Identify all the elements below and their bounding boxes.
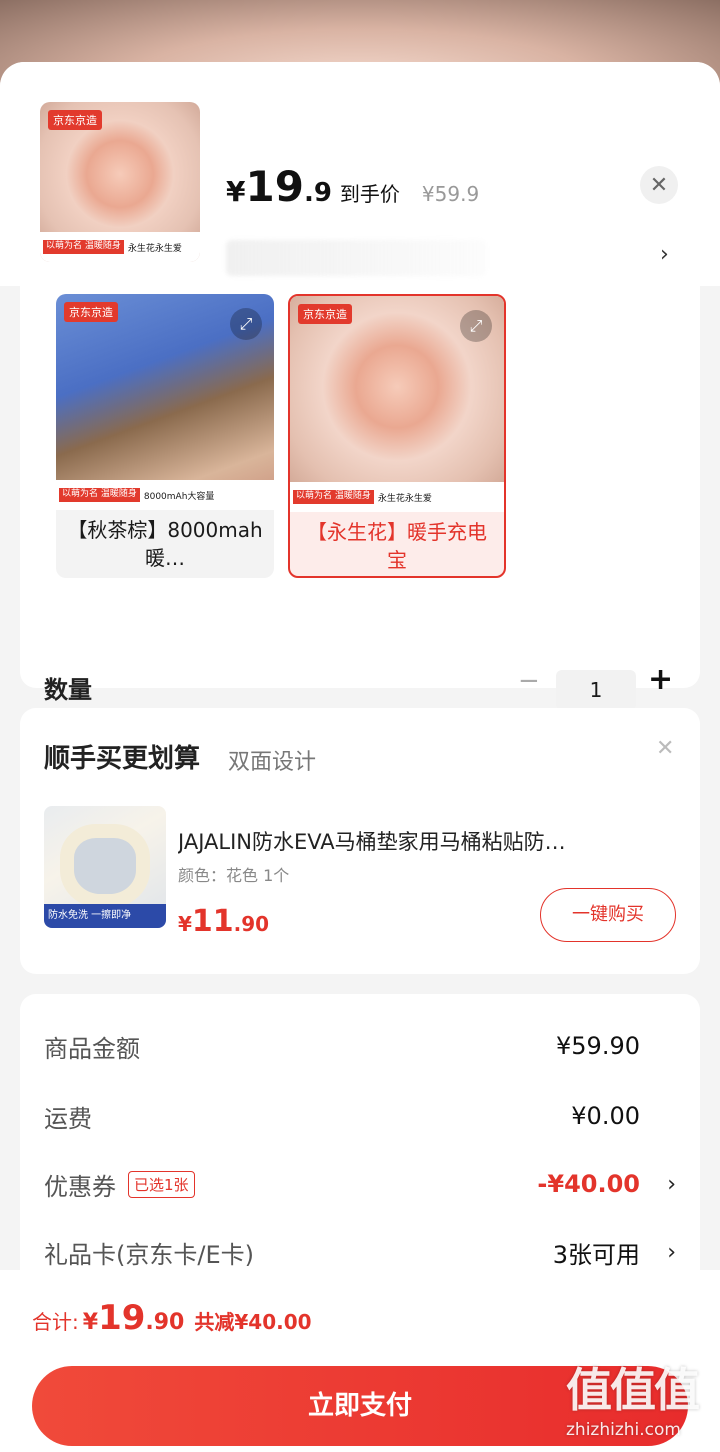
option-band: 以萌为名 温暖随身 永生花永生爱	[290, 482, 504, 512]
option-name: 【秋茶棕】8000mah暖…	[67, 518, 263, 570]
price-row: ¥ 19 .9 到手价 ¥59.9	[226, 162, 479, 211]
expand-icon[interactable]: ⤢	[460, 310, 492, 342]
upsell-price-integer: 11	[191, 904, 234, 939]
chevron-right-icon[interactable]: ›	[660, 242, 669, 267]
option-tag: 以萌为名 温暖随身	[59, 488, 140, 502]
giftcard-row[interactable]: 礼品卡(京东卡/E卡) 3张可用 ›	[44, 1232, 676, 1272]
product-thumbnail[interactable]: 京东京造 以萌为名 温暖随身 永生花永生爱	[40, 102, 200, 262]
upsell-price-symbol: ¥	[178, 912, 192, 936]
upsell-product-name[interactable]: JAJALIN防水EVA马桶垫家用马桶粘贴防…	[178, 826, 678, 856]
coupon-value: -¥40.00	[537, 1170, 640, 1198]
total-label: 合计:	[32, 1310, 79, 1334]
brand-tag: 京东京造	[298, 304, 352, 324]
price-symbol: ¥	[226, 175, 246, 208]
option-card-selected[interactable]: 京东京造 ⤢ 以萌为名 温暖随身 永生花永生爱 【永生花】暖手充电宝	[288, 294, 506, 578]
price-label: 到手价	[339, 182, 400, 206]
upsell-subtitle: 双面设计	[228, 750, 317, 775]
upsell-close-icon[interactable]: ✕	[656, 736, 674, 761]
shipping-value: ¥0.00	[571, 1102, 640, 1130]
upsell-section: 顺手买更划算 双面设计 ✕ 防水免洗 一擦即净 JAJALIN防水EVA马桶垫家…	[20, 708, 700, 974]
brand-tag: 京东京造	[64, 302, 118, 322]
chevron-right-icon: ›	[667, 1239, 676, 1265]
quantity-label: 数量	[44, 676, 92, 704]
upsell-product-image[interactable]: 防水免洗 一擦即净	[44, 806, 166, 928]
option-card[interactable]: 京东京造 ⤢ 以萌为名 温暖随身 8000mAh大容量 【秋茶棕】8000mah…	[56, 294, 274, 578]
goods-amount-row: 商品金额 ¥59.90	[44, 1026, 676, 1066]
chevron-right-icon: ›	[667, 1171, 676, 1197]
option-band-text: 8000mAh大容量	[143, 491, 215, 502]
giftcard-label: 礼品卡(京东卡/E卡)	[44, 1240, 254, 1269]
total-symbol: ¥	[82, 1310, 99, 1335]
option-band-text: 永生花永生爱	[377, 493, 432, 504]
option-name: 【永生花】暖手充电宝	[307, 520, 487, 572]
price-decimal: .9	[303, 178, 332, 208]
total-row: 合计: ¥ 19 .90 共减¥40.00	[32, 1298, 312, 1338]
shipping-label: 运费	[44, 1104, 92, 1133]
close-button[interactable]: ✕	[640, 166, 678, 204]
shipping-row: 运费 ¥0.00	[44, 1096, 676, 1136]
giftcard-value: 3张可用	[552, 1240, 640, 1269]
goods-amount-value: ¥59.90	[556, 1032, 640, 1060]
expand-icon[interactable]: ⤢	[230, 308, 262, 340]
coupon-row[interactable]: 优惠券 已选1张 -¥40.00 ›	[44, 1164, 676, 1204]
thumbnail-band: 以萌为名 温暖随身 永生花永生爱	[40, 232, 200, 262]
purchase-sheet: 京东京造 以萌为名 温暖随身 永生花永生爱 ¥ 19 .9 到手价 ¥59.9 …	[0, 62, 720, 1452]
coupon-badge: 已选1张	[128, 1170, 195, 1198]
option-band: 以萌为名 温暖随身 8000mAh大容量	[56, 480, 274, 510]
close-icon: ✕	[649, 172, 669, 198]
option-tag: 以萌为名 温暖随身	[293, 490, 374, 504]
quantity-plus-button[interactable]: +	[648, 662, 673, 697]
option-panel: 京东京造 ⤢ 以萌为名 温暖随身 8000mAh大容量 【秋茶棕】8000mah…	[20, 286, 700, 710]
upsell-image-band: 防水免洗 一擦即净	[44, 904, 166, 928]
thumbnail-slogan: 永生花永生爱	[127, 243, 182, 254]
original-price: ¥59.9	[421, 182, 480, 206]
quantity-minus-button[interactable]: −	[518, 666, 540, 696]
thumbnail-tag: 以萌为名 温暖随身	[43, 240, 124, 254]
total-integer: 19	[98, 1298, 146, 1338]
toilet-seat-image	[60, 824, 150, 908]
goods-amount-label: 商品金额	[44, 1034, 140, 1063]
product-header: 京东京造 以萌为名 温暖随身 永生花永生爱 ¥ 19 .9 到手价 ¥59.9 …	[0, 62, 720, 286]
blurred-subtitle	[226, 240, 486, 276]
total-saved: 共减¥40.00	[194, 1310, 312, 1334]
order-summary: 商品金额 ¥59.90 运费 ¥0.00 优惠券 已选1张 -¥40.00 › …	[20, 994, 700, 1294]
brand-tag: 京东京造	[48, 110, 102, 130]
watermark-url: zhizhizhi.com	[566, 1420, 681, 1440]
upsell-product-spec: 颜色：花色 1个	[178, 866, 290, 885]
one-click-buy-button[interactable]: 一键购买	[540, 888, 676, 942]
upsell-price-decimal: .90	[233, 912, 270, 936]
upsell-price: ¥ 11 .90	[178, 904, 269, 939]
watermark-logo: 值值值	[566, 1363, 700, 1417]
upsell-title: 顺手买更划算	[44, 744, 201, 774]
quantity-input[interactable]: 1	[556, 670, 636, 710]
price-integer: 19	[245, 162, 304, 211]
watermark: 值值值 zhizhizhi.com	[566, 1360, 716, 1448]
total-decimal: .90	[145, 1310, 185, 1335]
coupon-label: 优惠券	[44, 1172, 116, 1201]
